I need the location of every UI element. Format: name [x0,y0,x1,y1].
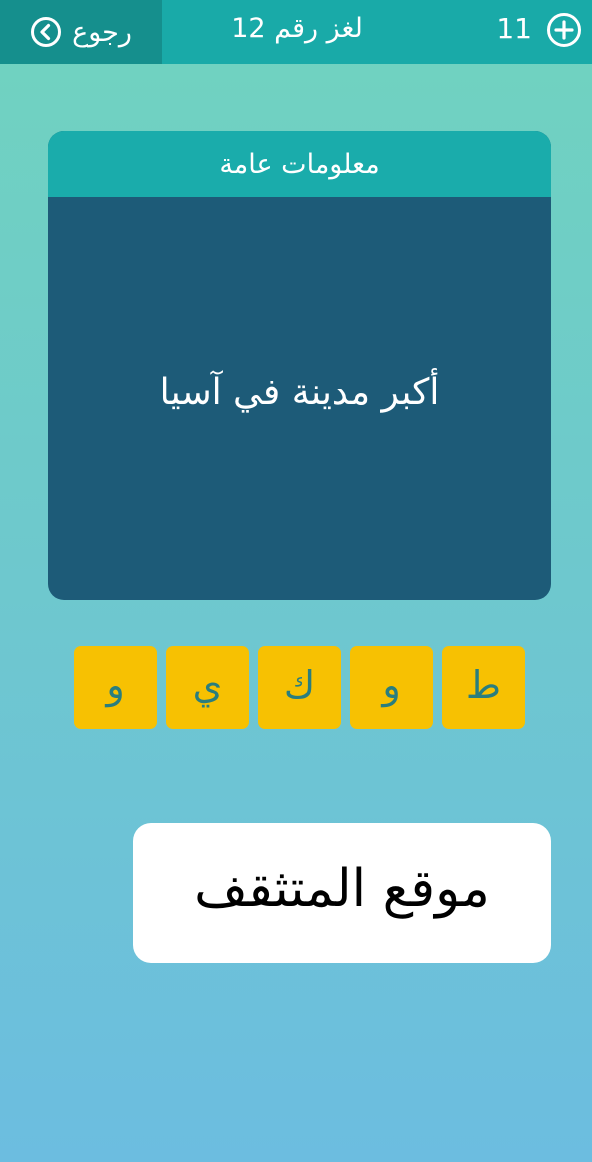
chevron-left-circle-icon [30,16,62,48]
coin-count: 11 [496,11,532,45]
answer-tiles: ط و ك ي و [74,646,525,730]
add-coins-button[interactable] [546,12,581,47]
letter-tile[interactable]: و [350,646,433,729]
letter-tile[interactable]: و [74,646,157,729]
coin-counter: 11 [496,0,581,56]
plus-circle-icon [546,12,581,47]
question-card: معلومات عامة أكبر مدينة في آسيا [48,131,551,600]
back-label: رجوع [72,16,132,48]
category-header: معلومات عامة [48,131,551,197]
level-title: لغز رقم 12 [231,12,363,44]
watermark-label: موقع المتثقف [133,823,551,963]
letter-tile[interactable]: ك [258,646,341,729]
letter-tile[interactable]: ي [166,646,249,729]
question-text: أكبر مدينة في آسيا [159,372,440,413]
letter-tile[interactable]: ط [442,646,525,729]
back-button[interactable]: رجوع [0,0,162,64]
top-bar: رجوع لغز رقم 12 11 [0,0,592,64]
